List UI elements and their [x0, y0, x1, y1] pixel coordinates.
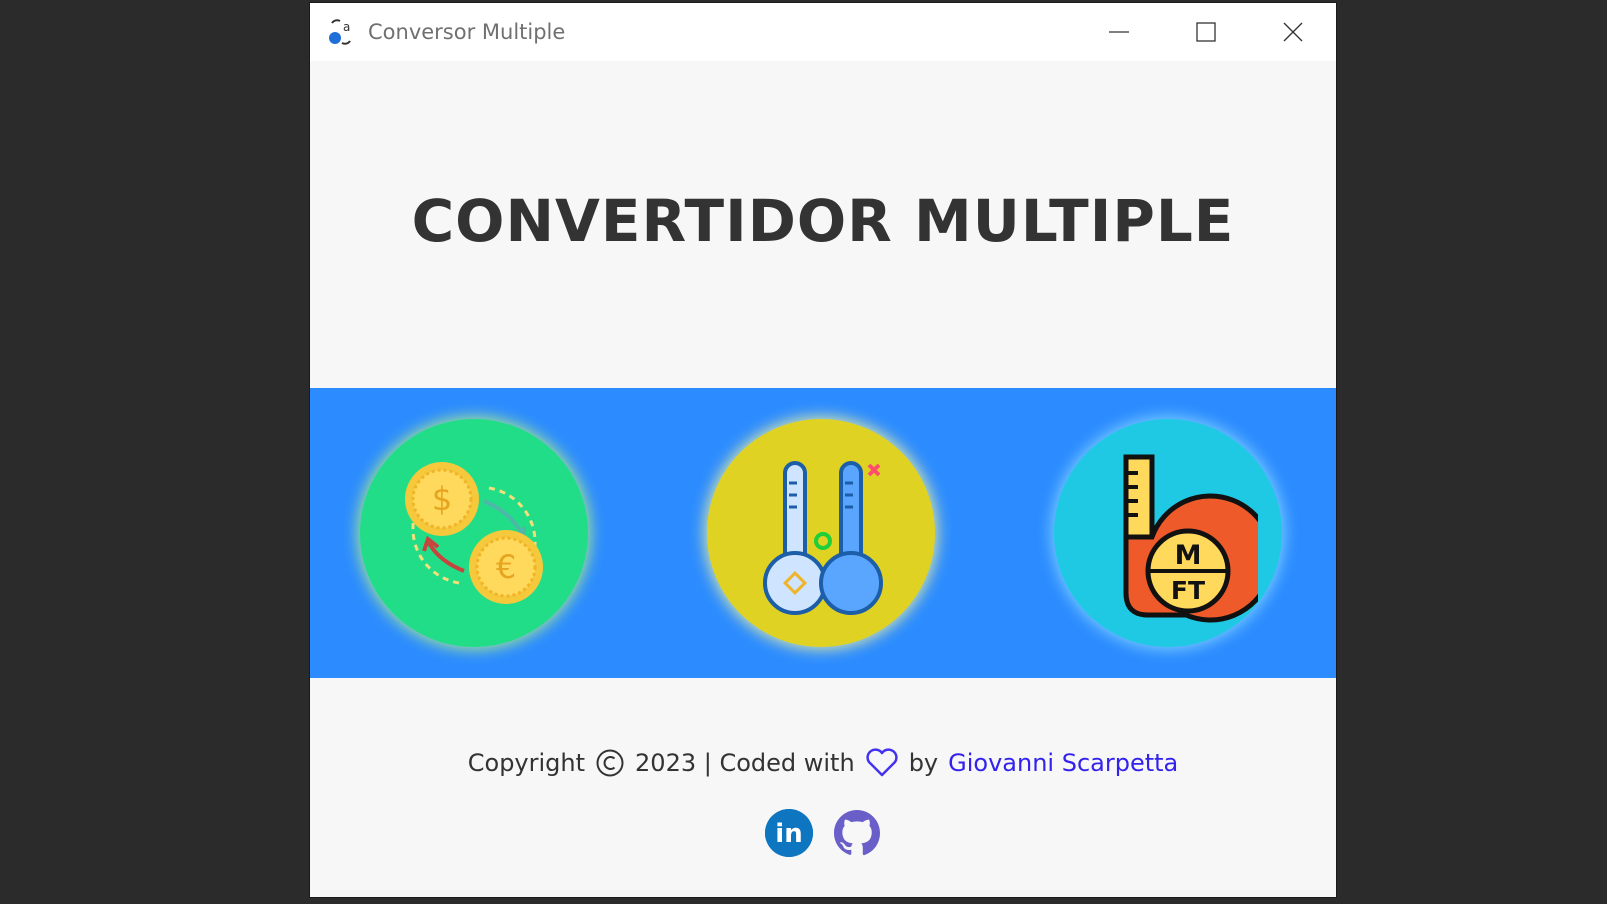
author-link[interactable]: Giovanni Scarpetta	[948, 749, 1178, 777]
window-controls	[1075, 3, 1336, 61]
currency-exchange-icon: $ €	[405, 462, 543, 604]
tape-measure-icon: M FT	[1123, 454, 1258, 623]
github-icon	[834, 810, 881, 856]
close-button[interactable]	[1249, 3, 1336, 61]
feet-label: FT	[1171, 576, 1205, 605]
minimize-icon	[1108, 31, 1129, 33]
tools-band: $ € M FT	[310, 388, 1336, 678]
maximize-icon	[1195, 22, 1216, 42]
social-links: in	[310, 809, 1336, 857]
by-label: by	[908, 749, 939, 777]
linkedin-glyph: in	[775, 819, 802, 849]
year-text: 2023 | Coded with	[635, 749, 855, 777]
currency-converter-button[interactable]: $ €	[360, 419, 588, 647]
window-title: Conversor Multiple	[368, 20, 566, 44]
thermometers-icon	[763, 461, 883, 615]
copyright-label: Copyright	[467, 749, 586, 777]
maximize-button[interactable]	[1162, 3, 1249, 61]
length-converter-button[interactable]: M FT	[1054, 419, 1282, 647]
dollar-symbol: $	[432, 480, 452, 518]
app-window: a Conversor Multiple CONVERTIDOR MULTIPL…	[310, 3, 1336, 897]
page-title: CONVERTIDOR MULTIPLE	[411, 187, 1235, 255]
linkedin-link[interactable]: in	[765, 809, 813, 857]
copyright-icon	[596, 749, 624, 777]
linkedin-icon: in	[765, 809, 813, 857]
app-icon: a	[325, 16, 357, 48]
svg-text:a: a	[343, 20, 350, 34]
footer: Copyright 2023 | Coded with by Giovanni …	[310, 743, 1336, 857]
minimize-button[interactable]	[1075, 3, 1162, 61]
hero-section: CONVERTIDOR MULTIPLE	[310, 61, 1336, 391]
temperature-converter-button[interactable]	[707, 419, 935, 647]
euro-symbol: €	[496, 548, 516, 586]
close-icon	[1283, 22, 1302, 42]
github-link[interactable]	[833, 809, 881, 857]
meter-label: M	[1175, 540, 1202, 571]
copyright-line: Copyright 2023 | Coded with by Giovanni …	[310, 743, 1336, 783]
title-bar[interactable]: a Conversor Multiple	[310, 3, 1336, 61]
heart-icon	[866, 748, 898, 777]
